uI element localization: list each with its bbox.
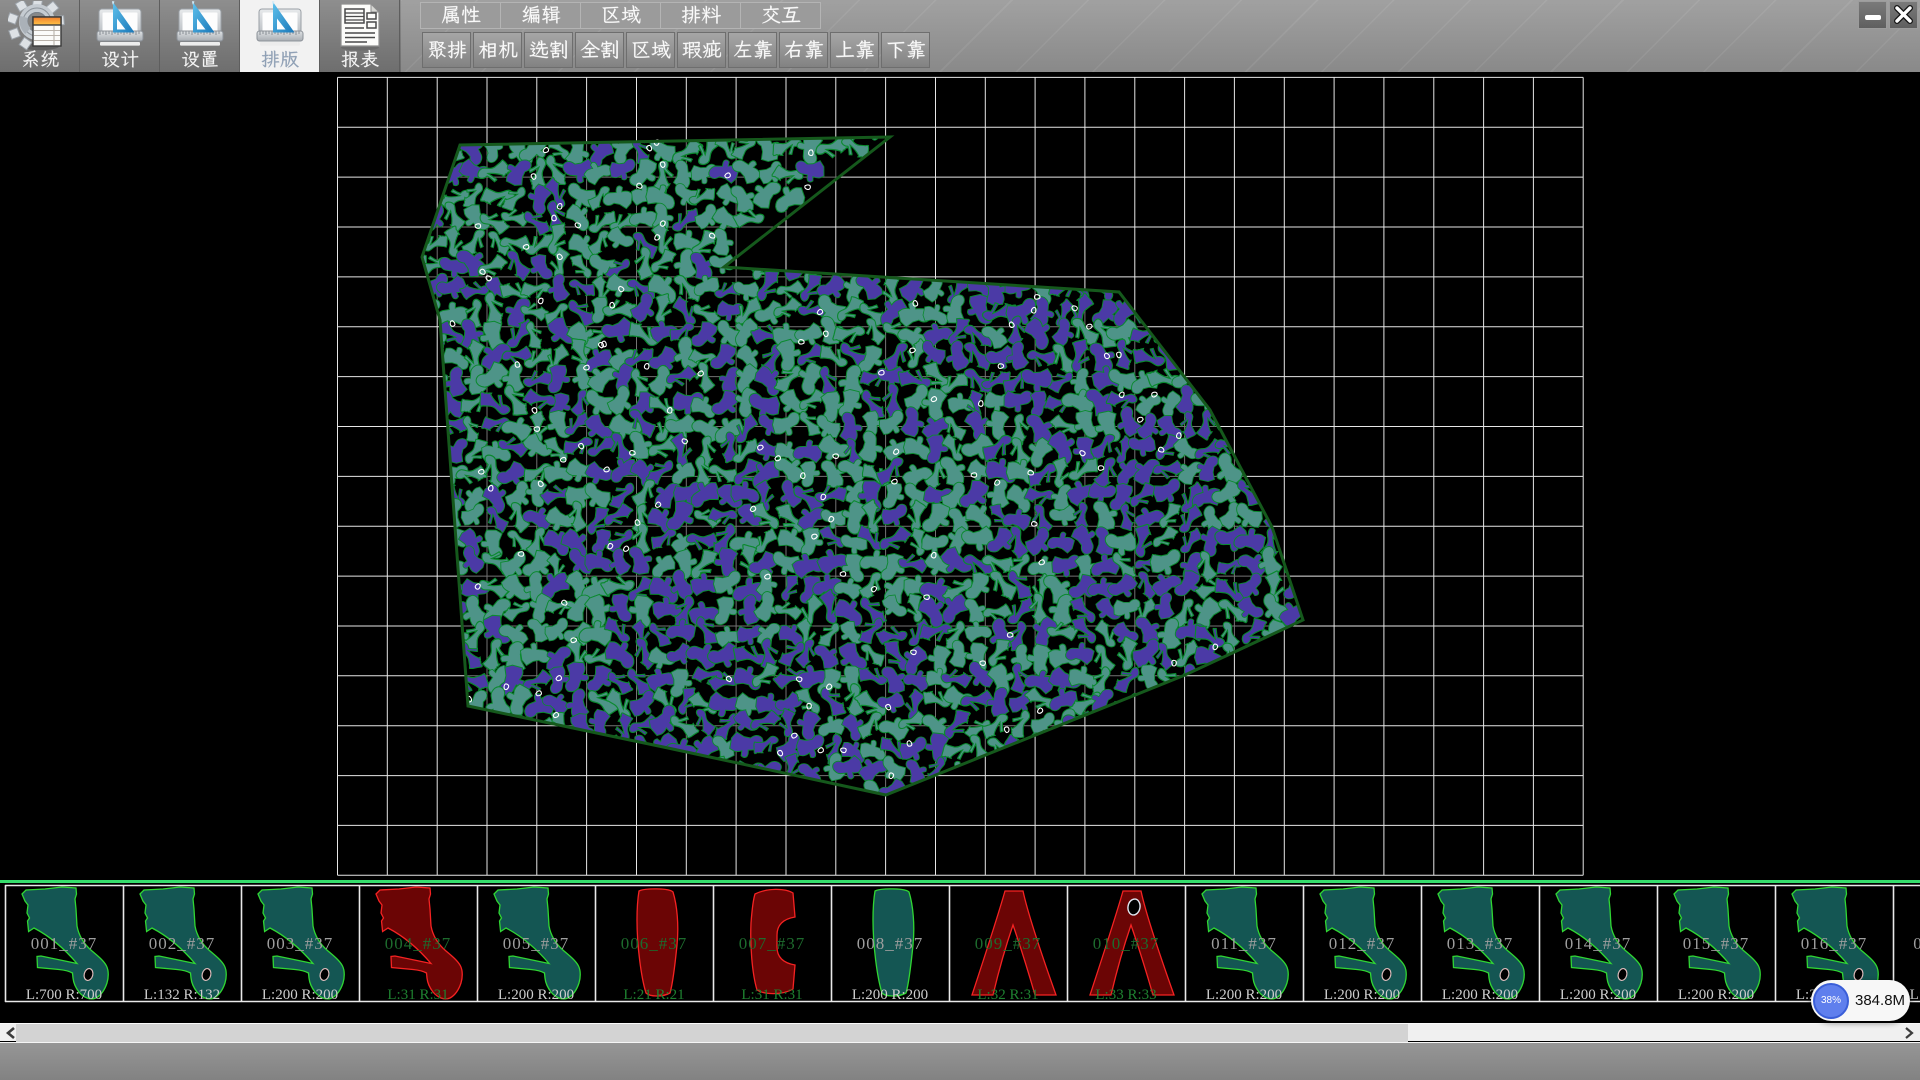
svg-text:L:200 R:200: L:200 R:200 (1324, 987, 1400, 1003)
svg-text:011_#37: 011_#37 (1211, 934, 1277, 953)
svg-text:015_#37: 015_#37 (1683, 934, 1750, 953)
svg-text:L:2: L:2 (1910, 987, 1920, 1003)
svg-text:L:700 R:700: L:700 R:700 (26, 987, 102, 1003)
svg-text:006_#37: 006_#37 (621, 934, 688, 953)
svg-text:0: 0 (1913, 934, 1920, 953)
svg-text:010_#37: 010_#37 (1093, 934, 1160, 953)
svg-text:L:200 R:200: L:200 R:200 (1206, 987, 1282, 1003)
svg-text:002_#37: 002_#37 (149, 934, 216, 953)
svg-text:008_#37: 008_#37 (857, 934, 924, 953)
svg-text:L:200 R:200: L:200 R:200 (1678, 987, 1754, 1003)
svg-text:L:200 R:200: L:200 R:200 (498, 987, 574, 1003)
svg-text:014_#37: 014_#37 (1565, 934, 1632, 953)
svg-text:L:132 R:132: L:132 R:132 (144, 987, 220, 1003)
svg-text:016_#37: 016_#37 (1801, 934, 1868, 953)
svg-text:L:32 R:31: L:32 R:31 (977, 987, 1038, 1003)
svg-text:L:31 R:31: L:31 R:31 (387, 987, 448, 1003)
svg-text:L:200 R:200: L:200 R:200 (262, 987, 338, 1003)
svg-text:003_#37: 003_#37 (267, 934, 334, 953)
svg-text:L:33 R:33: L:33 R:33 (1095, 987, 1156, 1003)
svg-text:001_#37: 001_#37 (31, 934, 98, 953)
svg-text:L:200 R:200: L:200 R:200 (852, 987, 928, 1003)
svg-text:012_#37: 012_#37 (1329, 934, 1396, 953)
svg-text:013_#37: 013_#37 (1447, 934, 1514, 953)
svg-text:L:200 R:200: L:200 R:200 (1560, 987, 1636, 1003)
svg-text:005_#37: 005_#37 (503, 934, 570, 953)
svg-text:L:200 R:200: L:200 R:200 (1442, 987, 1518, 1003)
svg-text:007_#37: 007_#37 (739, 934, 806, 953)
svg-text:009_#37: 009_#37 (975, 934, 1042, 953)
svg-text:004_#37: 004_#37 (385, 934, 452, 953)
svg-text:L:31 R:31: L:31 R:31 (741, 987, 802, 1003)
svg-text:L:21 R:21: L:21 R:21 (623, 987, 684, 1003)
